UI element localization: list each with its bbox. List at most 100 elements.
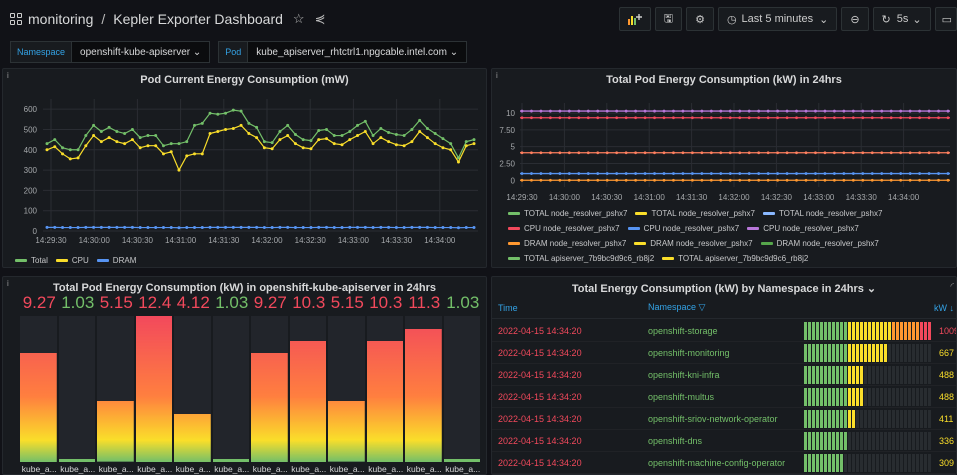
- lcd-cell: [836, 431, 839, 450]
- namespace-select[interactable]: openshift-kube-apiserver ⌄: [72, 41, 211, 63]
- legend-item[interactable]: Total: [15, 253, 48, 267]
- lcd-cell: [924, 387, 927, 406]
- lcd-cell: [820, 431, 823, 450]
- lcd-cell: [892, 453, 895, 472]
- lcd-cell: [856, 343, 859, 362]
- data-point: [99, 225, 103, 229]
- data-point: [899, 172, 903, 175]
- data-point: [833, 151, 836, 155]
- lcd-cell: [896, 387, 899, 406]
- time-picker[interactable]: ◷ Last 5 minutes ⌄: [717, 7, 838, 31]
- data-point: [433, 132, 437, 136]
- data-point: [293, 226, 297, 230]
- cell-namespace: openshift-machine-config-operator: [648, 457, 786, 468]
- legend-item[interactable]: DRAM node_resolver_pshx7: [634, 236, 753, 251]
- data-point: [615, 178, 619, 182]
- data-point: [700, 172, 704, 175]
- legend-item[interactable]: CPU node_resolver_pshx7: [627, 221, 739, 236]
- data-point: [605, 109, 609, 113]
- add-panel-button[interactable]: [618, 7, 651, 31]
- column-time[interactable]: Time: [492, 303, 648, 313]
- panel-pod-current-energy[interactable]: i Pod Current Energy Consumption (mW) 01…: [2, 68, 487, 268]
- legend-item[interactable]: CPU node_resolver_pshx7: [508, 221, 620, 236]
- table-row[interactable]: 2022-04-15 14:34:20 openshift-dns 336: [492, 430, 956, 452]
- panel-kube-apiserver-energy[interactable]: i Total Pod Energy Consumption (kW) in o…: [2, 276, 487, 475]
- bar-value-label: 10.3: [292, 293, 326, 312]
- column-kw[interactable]: kW ↓: [934, 303, 954, 313]
- lcd-cell: [852, 387, 855, 406]
- pod-variable[interactable]: Pod kube_apiserver_rhtctrl1.npgcable.int…: [218, 41, 468, 63]
- legend-item[interactable]: DRAM: [96, 253, 136, 267]
- cell-gauge: [804, 321, 934, 340]
- data-point: [946, 178, 950, 182]
- legend-item[interactable]: TOTAL node_resolver_pshx7: [762, 206, 882, 221]
- panel-total-pod-energy-24hrs[interactable]: i Total Pod Energy Consumption (kW) in 2…: [491, 68, 957, 268]
- refresh-button[interactable]: ↻ 5s ⌄: [872, 7, 931, 31]
- table-row[interactable]: 2022-04-15 14:34:20 openshift-storage 1009: [492, 320, 956, 342]
- table-row[interactable]: 2022-04-15 14:34:20 openshift-machine-con…: [492, 452, 956, 474]
- data-point: [520, 151, 524, 155]
- panel-title[interactable]: Total Energy Consumption (kW) by Namespa…: [492, 282, 956, 295]
- legend-item[interactable]: DRAM node_resolver_pshx7: [760, 236, 879, 251]
- bar-track: [443, 316, 480, 462]
- lcd-cell: [840, 365, 843, 384]
- bar-value-label: 5.15: [99, 293, 133, 312]
- data-point: [356, 134, 360, 138]
- lcd-cell: [908, 409, 911, 428]
- data-point: [464, 144, 468, 148]
- legend-item[interactable]: CPU: [55, 253, 89, 267]
- lcd-cell: [900, 431, 903, 450]
- tv-mode-button[interactable]: ▭: [934, 7, 957, 31]
- legend-item[interactable]: DRAM node_resolver_pshx7: [508, 236, 626, 251]
- data-point: [549, 109, 552, 113]
- legend-item[interactable]: TOTAL node_resolver_pshx7: [635, 206, 755, 221]
- data-point: [539, 109, 543, 113]
- lcd-cell: [892, 431, 895, 450]
- dashboards-grid-icon[interactable]: [10, 13, 22, 25]
- data-point: [700, 109, 704, 113]
- legend-item[interactable]: TOTAL apiserver_7b9bc9d9c6_rb8j2: [662, 251, 808, 266]
- lcd-cell: [836, 453, 839, 472]
- bar-category-label: kube_a...: [98, 464, 134, 474]
- data-point: [371, 142, 375, 146]
- table-row[interactable]: 2022-04-15 14:34:20 openshift-multus 488: [492, 386, 956, 408]
- data-point: [738, 116, 742, 120]
- dashboard-title[interactable]: Kepler Exporter Dashboard: [113, 11, 283, 27]
- data-point: [464, 226, 468, 230]
- data-point: [317, 138, 321, 142]
- lcd-cell: [816, 453, 819, 472]
- bar-category-label: kube_a...: [60, 464, 96, 474]
- table-row[interactable]: 2022-04-15 14:34:20 openshift-monitoring 6…: [492, 342, 956, 364]
- bar: [328, 401, 365, 462]
- lcd-cell: [924, 365, 927, 384]
- cell-kw: 411: [939, 413, 954, 424]
- namespace-variable[interactable]: Namespace openshift-kube-apiserver ⌄: [10, 41, 211, 63]
- data-point: [231, 108, 235, 112]
- lcd-cell: [820, 365, 823, 384]
- legend-item[interactable]: TOTAL apiserver_7b9bc9d9c6_rb8j2: [508, 251, 654, 266]
- lcd-cell: [884, 343, 887, 362]
- table-row[interactable]: 2022-04-15 14:34:20 openshift-kni-infra 48…: [492, 364, 956, 386]
- pod-select[interactable]: kube_apiserver_rhtctrl1.npgcable.intel.c…: [248, 41, 468, 63]
- column-namespace[interactable]: Namespace ▽: [648, 302, 804, 313]
- bar-value-label: 12.4: [138, 293, 172, 312]
- panel-energy-by-namespace[interactable]: Total Energy Consumption (kW) by Namespa…: [491, 276, 957, 475]
- breadcrumb-folder[interactable]: monitoring: [28, 11, 93, 27]
- table-row[interactable]: 2022-04-15 14:34:20 openshift-sriov-netwo…: [492, 408, 956, 430]
- share-icon[interactable]: ⋞: [315, 11, 326, 27]
- bar-category-label: kube_a...: [368, 464, 404, 474]
- lcd-cell: [924, 409, 927, 428]
- save-dashboard-button[interactable]: 🖫: [654, 7, 683, 31]
- data-point: [681, 109, 685, 113]
- zoom-out-button[interactable]: ⊖: [841, 7, 869, 31]
- lcd-cell: [860, 431, 863, 450]
- legend-item[interactable]: TOTAL node_resolver_pshx7: [508, 206, 627, 221]
- dashboard-settings-button[interactable]: ⚙: [686, 7, 714, 31]
- data-point: [76, 156, 80, 160]
- legend-item[interactable]: CPU node_resolver_pshx7: [747, 221, 859, 236]
- bar-track: [289, 316, 326, 462]
- data-point: [766, 178, 770, 182]
- star-icon[interactable]: ☆: [293, 11, 305, 27]
- data-point: [567, 116, 571, 120]
- resize-icon[interactable]: ◜: [951, 281, 955, 292]
